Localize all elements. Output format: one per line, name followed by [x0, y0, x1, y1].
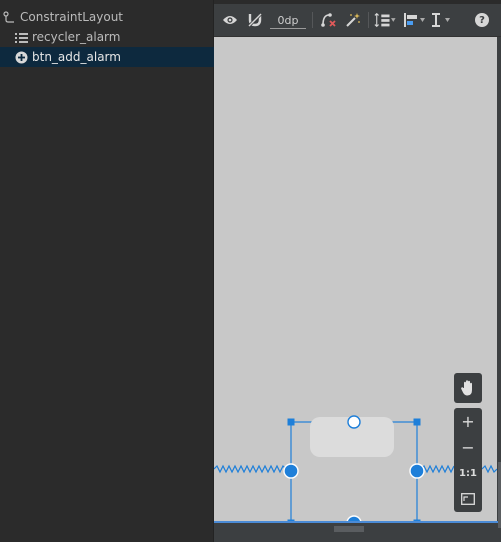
- view-options-icon[interactable]: [220, 9, 240, 31]
- tree-item-recycler-alarm[interactable]: recycler_alarm: [0, 27, 227, 47]
- tree-item-label: recycler_alarm: [32, 30, 121, 44]
- zoom-in-button[interactable]: +: [454, 408, 482, 434]
- fit-screen-icon[interactable]: [454, 486, 482, 512]
- add-circle-icon: [14, 50, 28, 64]
- default-margin-field[interactable]: 0dp: [270, 12, 306, 29]
- actual-size-button[interactable]: 1:1: [454, 460, 482, 486]
- clear-constraints-icon[interactable]: [318, 9, 338, 31]
- autoconnect-magnet-icon[interactable]: [245, 9, 265, 31]
- fab-widget-preview[interactable]: [310, 417, 394, 457]
- hand-icon[interactable]: [454, 373, 482, 403]
- toolbar-divider: [368, 12, 369, 28]
- toolbar-divider: [312, 12, 313, 28]
- zoom-button-group: + − 1:1: [454, 408, 482, 512]
- infer-constraints-wand-icon[interactable]: [343, 9, 363, 31]
- guidelines-icon[interactable]: [430, 9, 450, 31]
- help-label: ?: [475, 13, 489, 27]
- constraint-layout-icon: [2, 10, 16, 24]
- list-icon: [14, 30, 28, 44]
- component-tree-panel: ConstraintLayout recycler_alarm btn_add_…: [0, 0, 227, 542]
- canvas-edge-line: [214, 521, 501, 523]
- layout-editor: ConstraintLayout recycler_alarm btn_add_…: [0, 0, 501, 542]
- tree-item-label: btn_add_alarm: [32, 50, 121, 64]
- pack-icon[interactable]: [374, 9, 396, 31]
- help-icon[interactable]: ?: [473, 9, 491, 31]
- tree-item-label: ConstraintLayout: [20, 10, 124, 24]
- zoom-out-button[interactable]: −: [454, 434, 482, 460]
- horizontal-scrollbar[interactable]: [334, 526, 364, 532]
- design-surface: 0dp ? + − 1:1: [214, 0, 501, 542]
- align-icon[interactable]: [403, 9, 425, 31]
- zoom-controls: + − 1:1: [454, 373, 482, 512]
- tree-item-constraintlayout[interactable]: ConstraintLayout: [0, 7, 215, 27]
- constraint-toolbar: 0dp ?: [214, 4, 501, 37]
- tree-item-btn-add-alarm[interactable]: btn_add_alarm: [0, 47, 227, 67]
